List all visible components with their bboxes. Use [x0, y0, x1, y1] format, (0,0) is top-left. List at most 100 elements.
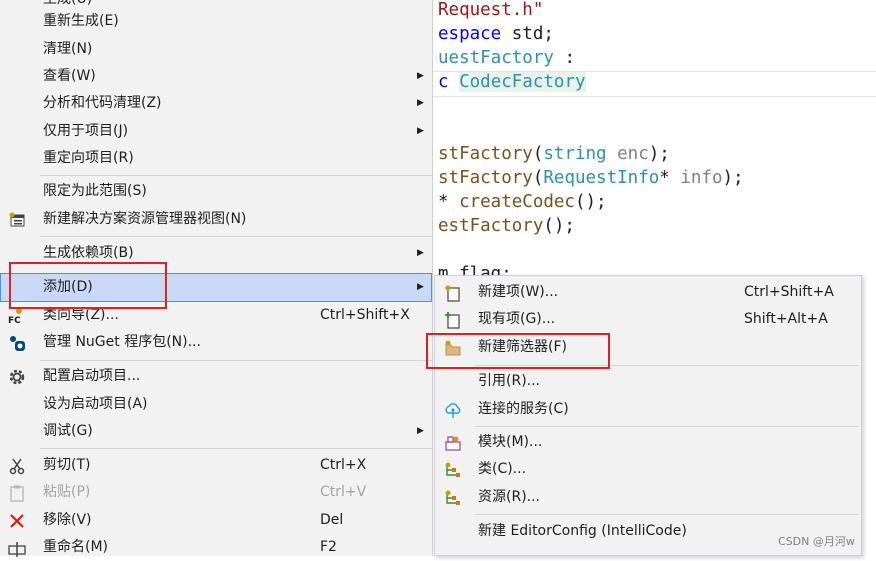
- code-token: createCodec: [459, 192, 575, 212]
- menu-item-config-startup[interactable]: 配置启动项目...: [0, 363, 432, 390]
- submenu-item-shortcut: Ctrl+Shift+A: [744, 284, 834, 300]
- menu-item-set-startup[interactable]: 设为启动项目(A): [0, 391, 432, 418]
- menu-item-shortcut: Ctrl+V: [320, 484, 367, 500]
- menu-separator: [40, 448, 432, 449]
- clipboard-icon: [8, 484, 26, 502]
- code-line: Request.h": [438, 0, 543, 22]
- menu-item-debug[interactable]: 调试(G) ▶: [0, 418, 432, 445]
- code-token: c: [438, 72, 449, 92]
- resource-icon: [444, 489, 462, 507]
- submenu-item-connected-service[interactable]: 连接的服务(C): [435, 396, 861, 423]
- menu-separator: [40, 175, 432, 176]
- code-token: info: [680, 168, 723, 188]
- submenu-item-reference[interactable]: 引用(R)...: [435, 368, 861, 395]
- submenu-item-resource[interactable]: 资源(R)...: [435, 484, 861, 511]
- code-token: CodecFactory: [459, 72, 586, 92]
- class-wizard-icon: FC: [8, 307, 26, 326]
- code-token: espace: [438, 24, 502, 44]
- menu-item-label: 重新生成(E): [43, 13, 119, 29]
- menu-item-analyze[interactable]: 分析和代码清理(Z) ▶: [0, 90, 432, 117]
- solution-explorer-view-icon: [8, 211, 26, 229]
- menu-item-paste[interactable]: 粘贴(P) Ctrl+V: [0, 479, 432, 506]
- submenu-item-shortcut: Shift+Alt+A: [744, 311, 828, 327]
- menu-item-label: 清理(N): [43, 41, 93, 57]
- menu-item-label: 配置启动项目...: [43, 368, 141, 384]
- menu-item-label: 设为启动项目(A): [43, 396, 148, 412]
- code-line: espace std;: [438, 22, 554, 46]
- menu-item-cut[interactable]: 剪切(T) Ctrl+X: [0, 452, 432, 479]
- menu-item-label: 重定向项目(R): [43, 150, 134, 166]
- menu-item-scope[interactable]: 限定为此范围(S): [0, 178, 432, 205]
- svg-text:FC: FC: [8, 316, 21, 325]
- submenu-item-label: 资源(R)...: [478, 489, 541, 505]
- code-line: c CodecFactory: [438, 70, 586, 94]
- menu-item-shortcut: Ctrl+X: [320, 457, 367, 473]
- code-token: *: [659, 168, 681, 188]
- submenu-item-label: 新建 EditorConfig (IntelliCode): [478, 523, 687, 539]
- code-token: RequestInfo: [543, 168, 660, 188]
- code-token: :: [553, 48, 575, 68]
- menu-item-new-explorer-view[interactable]: 新建解决方案资源管理器视图(N): [0, 206, 432, 233]
- menu-item-label: 调试(G): [43, 423, 93, 439]
- menu-item-shortcut: F2: [320, 539, 337, 555]
- menu-item-clean[interactable]: 清理(N): [0, 36, 432, 63]
- submenu-item-new-item[interactable]: 新建项(W)... Ctrl+Shift+A: [435, 279, 861, 306]
- menu-item-label: 移除(V): [43, 512, 92, 528]
- nuget-icon: [8, 334, 26, 352]
- menu-separator: [40, 360, 432, 361]
- menu-item-project-only[interactable]: 仅用于项目(J) ▶: [0, 118, 432, 145]
- code-token: (: [532, 168, 544, 188]
- menu-item-rebuild[interactable]: 重新生成(E): [0, 8, 432, 35]
- menu-item-label: 限定为此范围(S): [43, 183, 147, 199]
- code-token: std;: [501, 24, 554, 44]
- submenu-item-module[interactable]: 模块(M)...: [435, 429, 861, 456]
- code-token: ();: [543, 216, 575, 236]
- code-token: stFactory: [438, 168, 533, 188]
- code-token: (: [532, 144, 544, 164]
- code-line: uestFactory :: [438, 46, 575, 70]
- menu-item-label: 剪切(T): [43, 457, 91, 473]
- submenu-arrow-icon: ▶: [417, 282, 424, 292]
- code-token: estFactory: [438, 216, 544, 236]
- menu-item-retarget[interactable]: 重定向项目(R): [0, 145, 432, 172]
- submenu-item-existing-item[interactable]: 现有项(G)... Shift+Alt+A: [435, 306, 861, 333]
- menu-item-label: 仅用于项目(J): [43, 123, 129, 139]
- menu-item-label: 重命名(M): [43, 539, 109, 555]
- menu-item-label: 查看(W): [43, 68, 96, 84]
- submenu-item-label: 引用(R)...: [478, 373, 541, 389]
- submenu-item-label: 模块(M)...: [478, 434, 543, 450]
- rename-icon: [8, 539, 26, 557]
- submenu-item-label: 新建项(W)...: [478, 284, 559, 300]
- code-token: );: [722, 168, 744, 188]
- submenu-separator: [475, 514, 859, 515]
- code-line: estFactory();: [438, 214, 575, 238]
- code-token: *: [438, 192, 460, 212]
- menu-item-label: 管理 NuGet 程序包(N)...: [43, 334, 201, 350]
- menu-item-remove[interactable]: 移除(V) Del: [0, 507, 432, 534]
- submenu-arrow-icon: ▶: [417, 248, 424, 258]
- submenu-item-class[interactable]: 类(C)...: [435, 456, 861, 483]
- submenu-arrow-icon: ▶: [417, 126, 424, 136]
- code-token: string: [543, 144, 607, 164]
- scissors-icon: [8, 457, 26, 475]
- cloud-service-icon: [444, 401, 462, 419]
- submenu-arrow-icon: ▶: [417, 98, 424, 108]
- submenu-item-label: 连接的服务(C): [478, 401, 569, 417]
- code-token: Request.h": [438, 0, 544, 20]
- submenu-item-label: 现有项(G)...: [478, 311, 556, 327]
- menu-item-rename[interactable]: 重命名(M) F2: [0, 534, 432, 561]
- submenu-item-label: 类(C)...: [478, 461, 527, 477]
- code-token: enc: [617, 144, 649, 164]
- menu-item-shortcut: Del: [320, 512, 344, 528]
- menu-item-label: 新建解决方案资源管理器视图(N): [43, 211, 247, 227]
- annotation-box-add: [9, 262, 167, 309]
- menu-item-nuget[interactable]: 管理 NuGet 程序包(N)...: [0, 329, 432, 356]
- add-submenu: 新建项(W)... Ctrl+Shift+A 现有项(G)... Shift+A…: [434, 275, 862, 556]
- code-token: ();: [574, 192, 607, 212]
- code-token: uestFactory: [438, 48, 554, 68]
- code-token: stFactory: [438, 144, 533, 164]
- code-line: * createCodec();: [438, 190, 607, 214]
- menu-separator: [40, 236, 432, 237]
- menu-item-view[interactable]: 查看(W) ▶: [0, 63, 432, 90]
